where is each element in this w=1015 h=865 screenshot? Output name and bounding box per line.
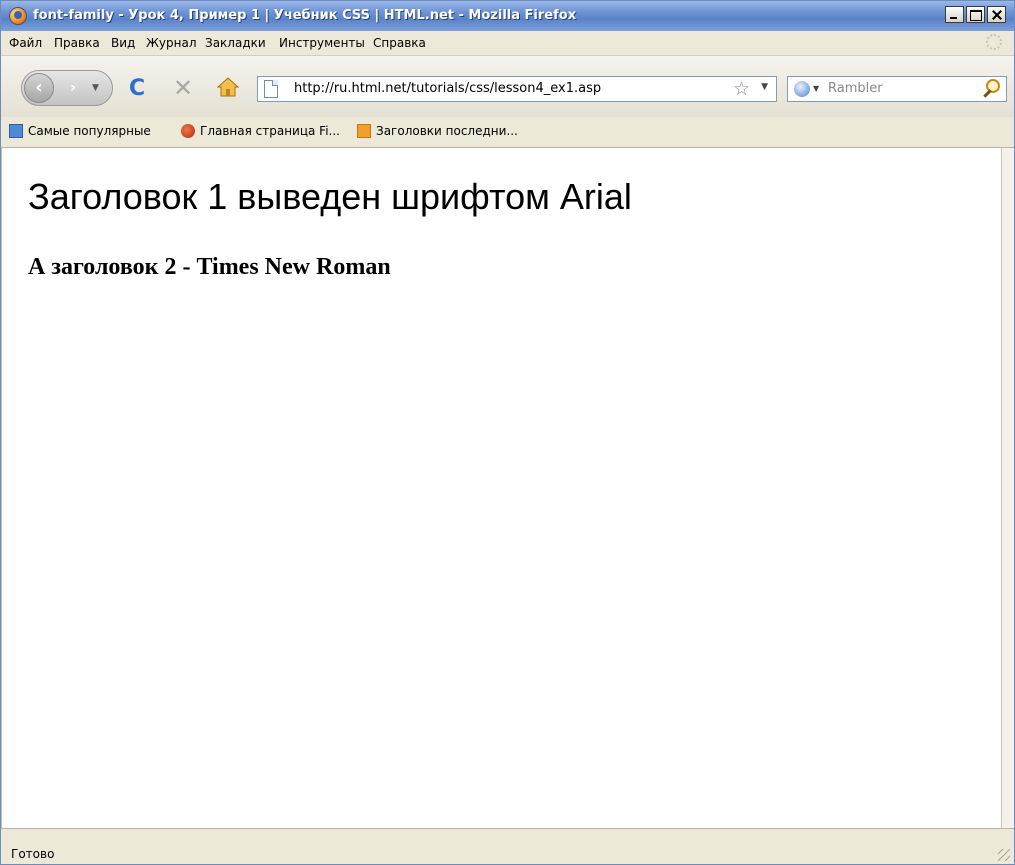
bookmark-latest-headlines[interactable]: Заголовки последни... (357, 124, 518, 138)
search-box[interactable]: ▼ Rambler (787, 76, 1007, 102)
home-icon[interactable] (217, 76, 239, 98)
history-dropdown-icon[interactable]: ▼ (92, 83, 99, 93)
bookmark-most-visited[interactable]: Самые популярные (9, 124, 151, 138)
close-button[interactable] (987, 6, 1006, 23)
bookmark-label: Заголовки последни... (376, 124, 518, 138)
firefox-icon (181, 124, 195, 138)
bookmark-firefox-home[interactable]: Главная страница Fi... (181, 124, 340, 138)
menu-bar: Файл Правка Вид Журнал Закладки Инструме… (1, 31, 1014, 55)
title-bar[interactable]: font-family - Урок 4, Пример 1 | Учебник… (1, 1, 1014, 31)
forward-icon[interactable]: › (62, 78, 84, 98)
reload-icon[interactable]: C (129, 76, 145, 101)
bookmarks-toolbar: Самые популярные Главная страница Fi... … (1, 117, 1014, 148)
search-input[interactable]: Rambler (828, 81, 883, 96)
bookmark-label: Главная страница Fi... (200, 124, 340, 138)
throbber-icon (986, 34, 1002, 50)
heading-2: А заголовок 2 - Times New Roman (28, 254, 391, 280)
navigation-toolbar: ‹ › ▼ C ✕ http://ru.html.net/tutorials/c… (1, 55, 1014, 118)
status-bar: Готово (1, 828, 1014, 864)
status-text: Готово (11, 847, 55, 861)
minimize-button[interactable] (945, 6, 964, 23)
browser-window: font-family - Урок 4, Пример 1 | Учебник… (0, 0, 1015, 865)
maximize-button[interactable] (966, 6, 985, 23)
stop-icon[interactable]: ✕ (173, 74, 193, 102)
menu-file[interactable]: Файл (9, 36, 42, 50)
window-title: font-family - Урок 4, Пример 1 | Учебник… (33, 8, 577, 23)
url-dropdown-icon[interactable]: ▼ (761, 82, 768, 92)
blue-page-icon (9, 124, 23, 138)
rss-icon (357, 124, 371, 138)
menu-bookmarks[interactable]: Закладки (205, 36, 266, 50)
scrollbar-area (1001, 148, 1014, 828)
window-controls (945, 6, 1006, 23)
page-content: Заголовок 1 выведен шрифтом Arial А заго… (1, 148, 1001, 828)
menu-history[interactable]: Журнал (146, 36, 197, 50)
address-bar[interactable]: http://ru.html.net/tutorials/css/lesson4… (257, 76, 777, 102)
menu-view[interactable]: Вид (111, 36, 135, 50)
search-icon-handle (983, 89, 992, 98)
firefox-icon (9, 7, 27, 25)
search-engine-icon[interactable] (794, 81, 810, 97)
back-icon[interactable]: ‹ (24, 73, 54, 103)
bookmark-label: Самые популярные (28, 124, 151, 138)
url-input[interactable]: http://ru.html.net/tutorials/css/lesson4… (294, 81, 601, 96)
menu-edit[interactable]: Правка (54, 36, 100, 50)
engine-dropdown-icon[interactable]: ▼ (813, 84, 819, 93)
menu-tools[interactable]: Инструменты (279, 36, 365, 50)
bookmark-star-icon[interactable]: ☆ (733, 78, 750, 100)
heading-1: Заголовок 1 выведен шрифтом Arial (28, 176, 632, 217)
page-icon (264, 80, 278, 98)
back-forward-group: ‹ › ▼ (21, 70, 113, 106)
menu-help[interactable]: Справка (373, 36, 426, 50)
resize-grip-icon[interactable] (998, 849, 1010, 861)
